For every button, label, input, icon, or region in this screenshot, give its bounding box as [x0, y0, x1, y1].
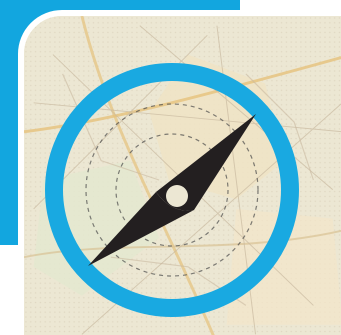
compass-icon [45, 63, 299, 317]
app-icon-tile[interactable] [0, 0, 341, 335]
compass-pivot [166, 185, 188, 207]
